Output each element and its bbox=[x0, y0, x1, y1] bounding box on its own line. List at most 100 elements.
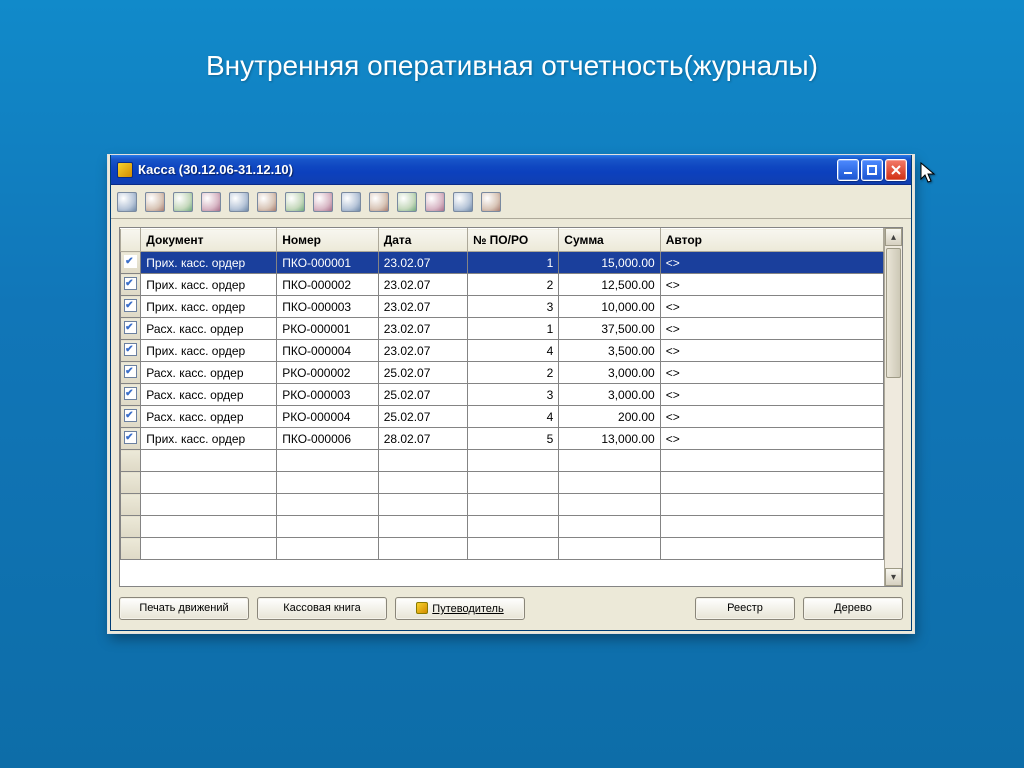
column-header-author[interactable]: Автор bbox=[660, 229, 883, 252]
minimize-button[interactable] bbox=[837, 159, 859, 181]
toolbar-form-icon[interactable] bbox=[201, 192, 221, 212]
toolbar-calc-icon[interactable] bbox=[425, 192, 445, 212]
cell-document[interactable]: Прих. касс. ордер bbox=[141, 428, 277, 450]
table-row[interactable]: Расх. касс. ордерРКО-00000325.02.0733,00… bbox=[121, 384, 884, 406]
toolbar-insert-icon[interactable] bbox=[229, 192, 249, 212]
table-row[interactable]: Прих. касс. ордерПКО-00000223.02.07212,5… bbox=[121, 274, 884, 296]
cell-poro[interactable]: 2 bbox=[467, 362, 558, 384]
toolbar-dk-out-icon[interactable] bbox=[369, 192, 389, 212]
toolbar-pointer-icon[interactable] bbox=[481, 192, 501, 212]
cell-document[interactable]: Расх. касс. ордер bbox=[141, 318, 277, 340]
cell-date[interactable]: 28.02.07 bbox=[378, 428, 467, 450]
cell-number[interactable]: ПКО-000004 bbox=[277, 340, 378, 362]
row-handle[interactable] bbox=[121, 296, 141, 318]
cell-author[interactable]: <> bbox=[660, 252, 883, 274]
maximize-button[interactable] bbox=[861, 159, 883, 181]
cell-date[interactable]: 25.02.07 bbox=[378, 406, 467, 428]
cell-document[interactable]: Прих. касс. ордер bbox=[141, 340, 277, 362]
cell-document[interactable]: Расх. касс. ордер bbox=[141, 362, 277, 384]
scroll-down-button[interactable]: ▾ bbox=[885, 568, 902, 586]
cell-sum[interactable]: 3,000.00 bbox=[559, 362, 660, 384]
cell-author[interactable]: <> bbox=[660, 428, 883, 450]
cell-document[interactable]: Прих. касс. ордер bbox=[141, 252, 277, 274]
cell-author[interactable]: <> bbox=[660, 318, 883, 340]
cell-poro[interactable]: 3 bbox=[467, 296, 558, 318]
cell-date[interactable]: 23.02.07 bbox=[378, 274, 467, 296]
cell-document[interactable]: Расх. касс. ордер bbox=[141, 406, 277, 428]
cell-author[interactable]: <> bbox=[660, 296, 883, 318]
cell-sum[interactable]: 37,500.00 bbox=[559, 318, 660, 340]
cell-number[interactable]: ПКО-000001 bbox=[277, 252, 378, 274]
column-header-num[interactable]: Номер bbox=[277, 229, 378, 252]
cell-number[interactable]: ПКО-000006 bbox=[277, 428, 378, 450]
table-row[interactable]: Расх. касс. ордерРКО-00000123.02.07137,5… bbox=[121, 318, 884, 340]
toolbar-span-icon[interactable] bbox=[285, 192, 305, 212]
row-handle[interactable] bbox=[121, 318, 141, 340]
cell-sum[interactable]: 200.00 bbox=[559, 406, 660, 428]
row-handle[interactable] bbox=[121, 362, 141, 384]
row-handle[interactable] bbox=[121, 274, 141, 296]
cell-poro[interactable]: 5 bbox=[467, 428, 558, 450]
grid-table[interactable]: ДокументНомерДата№ ПО/РОСуммаАвтор Прих.… bbox=[120, 228, 884, 560]
cell-number[interactable]: РКО-000003 bbox=[277, 384, 378, 406]
column-header-sum[interactable]: Сумма bbox=[559, 229, 660, 252]
scroll-thumb[interactable] bbox=[886, 248, 901, 378]
toolbar-new-icon[interactable] bbox=[117, 192, 137, 212]
cell-number[interactable]: ПКО-000003 bbox=[277, 296, 378, 318]
cell-poro[interactable]: 1 bbox=[467, 318, 558, 340]
cell-date[interactable]: 23.02.07 bbox=[378, 318, 467, 340]
cell-sum[interactable]: 12,500.00 bbox=[559, 274, 660, 296]
cell-date[interactable]: 25.02.07 bbox=[378, 362, 467, 384]
cell-document[interactable]: Прих. касс. ордер bbox=[141, 274, 277, 296]
cell-date[interactable]: 23.02.07 bbox=[378, 340, 467, 362]
cell-author[interactable]: <> bbox=[660, 362, 883, 384]
cell-number[interactable]: РКО-000002 bbox=[277, 362, 378, 384]
toolbar-help-icon[interactable] bbox=[453, 192, 473, 212]
column-header-date[interactable]: Дата bbox=[378, 229, 467, 252]
cell-poro[interactable]: 1 bbox=[467, 252, 558, 274]
cell-document[interactable]: Прих. касс. ордер bbox=[141, 296, 277, 318]
cell-number[interactable]: РКО-000004 bbox=[277, 406, 378, 428]
row-handle[interactable] bbox=[121, 252, 141, 274]
registry-button[interactable]: Реестр bbox=[695, 597, 795, 620]
guide-button[interactable]: Путеводитель bbox=[395, 597, 525, 620]
row-handle[interactable] bbox=[121, 406, 141, 428]
column-header-doc[interactable]: Документ bbox=[141, 229, 277, 252]
cell-date[interactable]: 23.02.07 bbox=[378, 296, 467, 318]
cell-poro[interactable]: 4 bbox=[467, 406, 558, 428]
tree-button[interactable]: Дерево bbox=[803, 597, 903, 620]
row-handle[interactable] bbox=[121, 384, 141, 406]
cell-document[interactable]: Расх. касс. ордер bbox=[141, 384, 277, 406]
data-grid[interactable]: ДокументНомерДата№ ПО/РОСуммаАвтор Прих.… bbox=[119, 227, 903, 587]
cell-poro[interactable]: 4 bbox=[467, 340, 558, 362]
cash-book-button[interactable]: Кассовая книга bbox=[257, 597, 387, 620]
table-row[interactable]: Прих. касс. ордерПКО-00000323.02.07310,0… bbox=[121, 296, 884, 318]
cell-number[interactable]: ПКО-000002 bbox=[277, 274, 378, 296]
toolbar-dk-in-icon[interactable] bbox=[341, 192, 361, 212]
cell-date[interactable]: 23.02.07 bbox=[378, 252, 467, 274]
cell-poro[interactable]: 2 bbox=[467, 274, 558, 296]
close-button[interactable] bbox=[885, 159, 907, 181]
cell-sum[interactable]: 15,000.00 bbox=[559, 252, 660, 274]
toolbar-find-icon[interactable] bbox=[173, 192, 193, 212]
cell-date[interactable]: 25.02.07 bbox=[378, 384, 467, 406]
cell-poro[interactable]: 3 bbox=[467, 384, 558, 406]
cell-author[interactable]: <> bbox=[660, 384, 883, 406]
cell-sum[interactable]: 13,000.00 bbox=[559, 428, 660, 450]
cell-sum[interactable]: 3,000.00 bbox=[559, 384, 660, 406]
table-row[interactable]: Прих. касс. ордерПКО-00000628.02.07513,0… bbox=[121, 428, 884, 450]
table-row[interactable]: Расх. касс. ордерРКО-00000425.02.074200.… bbox=[121, 406, 884, 428]
table-row[interactable]: Прих. касс. ордерПКО-00000423.02.0743,50… bbox=[121, 340, 884, 362]
toolbar-delete-icon[interactable] bbox=[257, 192, 277, 212]
cell-author[interactable]: <> bbox=[660, 340, 883, 362]
toolbar-link-icon[interactable] bbox=[397, 192, 417, 212]
scroll-track[interactable] bbox=[885, 246, 902, 568]
row-handle[interactable] bbox=[121, 340, 141, 362]
toolbar-copy-icon[interactable] bbox=[145, 192, 165, 212]
cell-sum[interactable]: 10,000.00 bbox=[559, 296, 660, 318]
table-row[interactable]: Прих. касс. ордерПКО-00000123.02.07115,0… bbox=[121, 252, 884, 274]
cell-author[interactable]: <> bbox=[660, 406, 883, 428]
toolbar-search-n-icon[interactable] bbox=[313, 192, 333, 212]
scroll-up-button[interactable]: ▴ bbox=[885, 228, 902, 246]
cell-number[interactable]: РКО-000001 bbox=[277, 318, 378, 340]
